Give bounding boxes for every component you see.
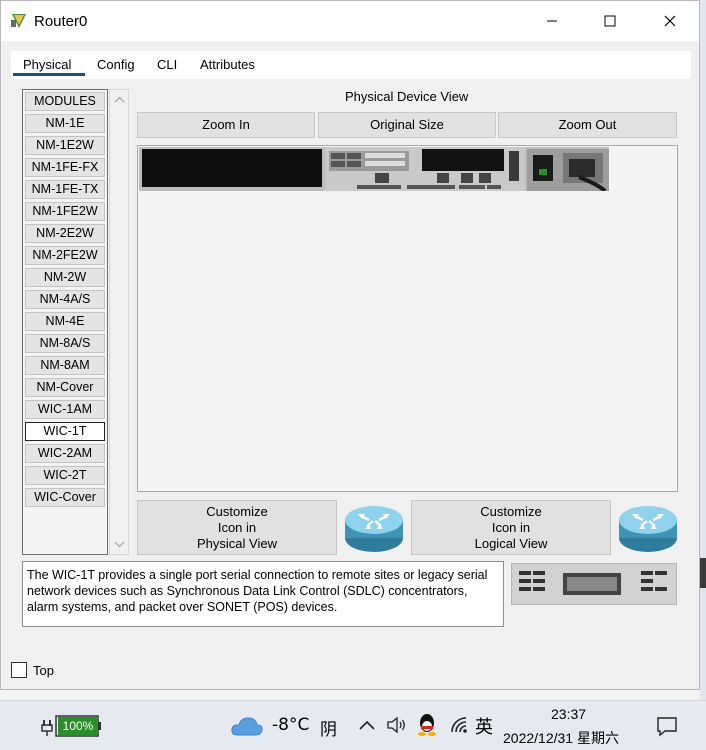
module-list-scrollbar[interactable] [109,89,129,555]
module-item[interactable]: NM-1FE-FX [25,158,105,177]
physical-device-view[interactable] [137,145,678,492]
temperature[interactable]: -8°C [272,715,309,735]
tab-config[interactable]: Config [97,57,135,72]
speaker-icon[interactable] [386,715,408,735]
customize-physical-icon-button[interactable]: Customize Icon in Physical View [137,500,337,555]
module-item[interactable]: NM-4A/S [25,290,105,309]
module-item[interactable]: NM-1E2W [25,136,105,155]
physical-panel: MODULES NM-1E NM-1E2W NM-1FE-FX NM-1FE-TX NM-… [11,79,691,655]
minimize-icon [547,20,557,22]
module-item[interactable]: WIC-2T [25,466,105,485]
original-size-button[interactable]: Original Size [318,112,496,138]
packet-tracer-icon [11,14,26,28]
clock-time[interactable]: 23:37 [551,706,586,722]
module-item[interactable]: WIC-2AM [25,444,105,463]
window-title: Router0 [34,13,88,30]
battery-percentage: 100% [58,717,98,735]
module-description: The WIC-1T provides a single port serial… [22,561,504,627]
wic-1t-module-image[interactable] [511,563,677,605]
customize-logical-line-2: Icon in [491,519,531,535]
customize-logical-line-3: Logical View [474,535,548,551]
zoom-out-button[interactable]: Zoom Out [498,112,677,138]
chevron-up-icon[interactable] [358,717,376,735]
module-item[interactable]: NM-1E [25,114,105,133]
top-checkbox[interactable] [11,662,27,678]
top-checkbox-label: Top [33,663,54,678]
input-method-indicator[interactable]: 英 [475,713,493,739]
close-button[interactable] [641,1,699,41]
customize-physical-line-2: Icon in [217,519,257,535]
cloud-icon[interactable] [230,715,264,737]
module-item[interactable]: NM-8AM [25,356,105,375]
module-item[interactable]: NM-2W [25,268,105,287]
customize-physical-line-1: Customize [206,503,268,519]
module-item[interactable]: NM-8A/S [25,334,105,353]
maximize-icon [604,15,616,27]
physical-device-view-label: Physical Device View [345,89,469,104]
device-dialog-content: Physical Config CLI Attributes MODULES NM… [11,51,691,655]
tab-cli[interactable]: CLI [157,57,177,72]
tab-bar: Physical Config CLI Attributes [11,51,267,79]
scroll-down-icon[interactable] [113,538,126,550]
taskbar: 100% -8°C 阴 英 23:37 2022/12/31 星期六 [0,700,706,750]
router-chassis-image[interactable] [139,147,609,191]
customize-physical-line-3: Physical View [197,535,277,551]
desktop-mark [700,558,706,588]
module-item[interactable]: MODULES [25,92,105,111]
maximize-button[interactable] [581,1,639,41]
module-item[interactable]: NM-4E [25,312,105,331]
tab-attributes[interactable]: Attributes [200,57,255,72]
module-item[interactable]: WIC-Cover [25,488,105,507]
module-list: MODULES NM-1E NM-1E2W NM-1FE-FX NM-1FE-TX NM-… [22,89,108,555]
customize-logical-icon-button[interactable]: Customize Icon in Logical View [411,500,611,555]
module-item[interactable]: WIC-1AM [25,400,105,419]
clock-date[interactable]: 2022/12/31 星期六 [503,728,619,748]
module-item[interactable]: NM-Cover [25,378,105,397]
zoom-in-button[interactable]: Zoom In [137,112,315,138]
title-bar[interactable]: Router0 [1,1,699,41]
router-logical-icon [619,506,677,552]
close-icon [664,15,676,27]
module-item[interactable]: NM-2FE2W [25,246,105,265]
qq-icon[interactable] [417,713,437,737]
module-item[interactable]: NM-1FE-TX [25,180,105,199]
active-tab-indicator [13,73,85,76]
customize-logical-line-1: Customize [480,503,542,519]
minimize-button[interactable] [523,1,581,41]
weather-condition[interactable]: 阴 [320,715,337,740]
wifi-icon[interactable] [449,715,469,735]
module-item[interactable]: NM-1FE2W [25,202,105,221]
notification-icon[interactable] [656,715,678,737]
tab-physical[interactable]: Physical [23,57,71,72]
router-window: Router0 Physical Config CLI Attributes M… [0,0,700,690]
desktop-background [700,0,706,700]
scroll-up-icon[interactable] [113,94,126,106]
module-item[interactable]: NM-2E2W [25,224,105,243]
module-item[interactable]: WIC-1T [25,422,105,441]
router-physical-icon [345,506,403,552]
